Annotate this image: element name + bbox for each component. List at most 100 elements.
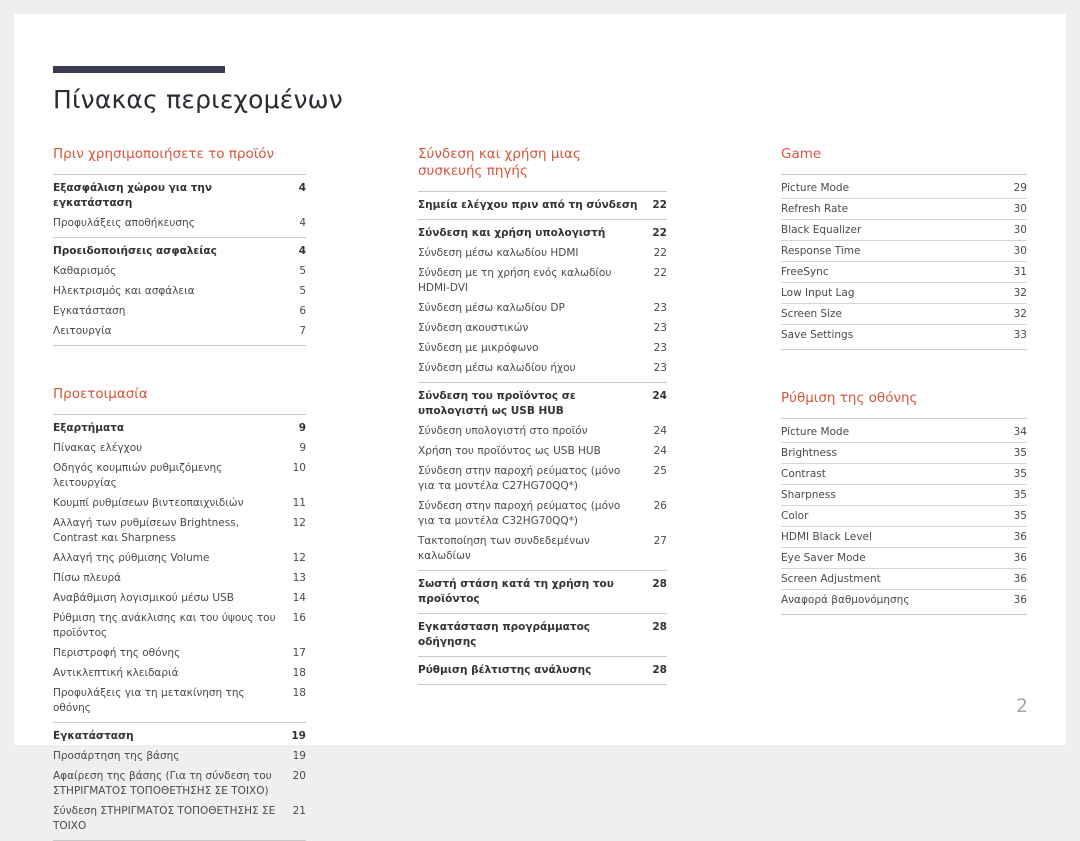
- toc-entry-page: 19: [291, 729, 306, 742]
- toc-entry[interactable]: Σύνδεση με τη χρήση ενός καλωδίου HDMI-D…: [418, 263, 667, 298]
- toc-entry[interactable]: FreeSync 31: [781, 261, 1027, 282]
- toc-entry-page: 36: [1013, 593, 1027, 606]
- toc-entry[interactable]: Σύνδεση ΣΤΗΡΙΓΜΑΤΟΣ ΤΟΠΟΘΕΤΗΣΗΣ ΣΕ ΤΟΙΧΟ…: [53, 801, 306, 836]
- toc-entry-label: Αλλαγή της ρύθμισης Volume: [53, 551, 210, 564]
- toc-entry-label: Προειδοποιήσεις ασφαλείας: [53, 244, 217, 257]
- toc-entry[interactable]: Σύνδεση στην παροχή ρεύματος (μόνο για τ…: [418, 461, 667, 496]
- toc-entry-page: 18: [292, 686, 306, 699]
- toc-entry[interactable]: Σωστή στάση κατά τη χρήση του προϊόντος 2…: [418, 574, 667, 609]
- toc-entry[interactable]: Οδηγός κουμπιών ρυθμιζόμενης λειτουργίας…: [53, 458, 306, 493]
- toc-entry[interactable]: Σύνδεση με μικρόφωνο 23: [418, 338, 667, 358]
- toc-entry[interactable]: Σύνδεση μέσω καλωδίου ήχου 23: [418, 358, 667, 378]
- toc-entry[interactable]: Προσάρτηση της βάσης 19: [53, 746, 306, 766]
- toc-entry[interactable]: Λειτουργία 7: [53, 321, 306, 341]
- toc-entry[interactable]: Αφαίρεση της βάσης (Για τη σύνδεση του Σ…: [53, 766, 306, 801]
- toc-entry[interactable]: Low Input Lag 32: [781, 282, 1027, 303]
- toc-entry[interactable]: Σύνδεση μέσω καλωδίου HDMI 22: [418, 243, 667, 263]
- toc-entry[interactable]: Καθαρισμός 5: [53, 261, 306, 281]
- toc-entry[interactable]: Προφυλάξεις αποθήκευσης 4: [53, 213, 306, 233]
- toc-entry-label: Προσάρτηση της βάσης: [53, 749, 180, 762]
- toc-entry-page: 28: [652, 577, 667, 590]
- toc-entry[interactable]: Black Equalizer 30: [781, 219, 1027, 240]
- toc-entry[interactable]: Αναβάθμιση λογισμικού μέσω USB 14: [53, 588, 306, 608]
- toc-entry-label: Σύνδεση υπολογιστή στο προϊόν: [418, 424, 588, 437]
- toc-entry[interactable]: Κουμπί ρυθμίσεων βιντεοπαιχνιδιών 11: [53, 493, 306, 513]
- toc-entry-page: 7: [299, 324, 306, 337]
- toc-entry-page: 23: [653, 361, 667, 374]
- toc-entry-label: Σύνδεση του προϊόντος σε υπολογιστή ως U…: [418, 389, 576, 417]
- toc-column-3: Game Picture Mode 29 Refresh Rate 30 Black Eq…: [781, 146, 1027, 615]
- toc-entry[interactable]: Refresh Rate 30: [781, 198, 1027, 219]
- toc-entry[interactable]: Σύνδεση στην παροχή ρεύματος (μόνο για τ…: [418, 496, 667, 531]
- toc-entry[interactable]: Contrast 35: [781, 463, 1027, 484]
- toc-entry-page: 4: [298, 244, 306, 257]
- toc-entry[interactable]: Αναφορά βαθμονόμησης 36: [781, 589, 1027, 610]
- toc-entry[interactable]: Screen Size 32: [781, 303, 1027, 324]
- toc-entry-label: Τακτοποίηση των συνδεδεμένων καλωδίων: [418, 534, 590, 562]
- toc-entry[interactable]: Εγκατάσταση 6: [53, 301, 306, 321]
- toc-entry[interactable]: Picture Mode 29: [781, 178, 1027, 198]
- section-heading: Σύνδεση και χρήση μιας συσκευής πηγής: [418, 146, 581, 179]
- toc-entry[interactable]: Προφυλάξεις για τη μετακίνηση της οθόνης…: [53, 683, 306, 718]
- toc-entry[interactable]: Εγκατάσταση προγράμματος οδήγησης 28: [418, 617, 667, 652]
- toc-entry[interactable]: Σύνδεση ακουστικών 23: [418, 318, 667, 338]
- toc-entry-label: Αναβάθμιση λογισμικού μέσω USB: [53, 591, 234, 604]
- toc-entry-page: 32: [1013, 286, 1027, 299]
- toc-entry[interactable]: Response Time 30: [781, 240, 1027, 261]
- toc-entry-page: 6: [299, 304, 306, 317]
- toc-entry[interactable]: Περιστροφή της οθόνης 17: [53, 643, 306, 663]
- toc-entry-label: Color: [781, 509, 809, 522]
- toc-entry-label: Eye Saver Mode: [781, 551, 866, 564]
- toc-entry[interactable]: Πίσω πλευρά 13: [53, 568, 306, 588]
- toc-entry[interactable]: Προειδοποιήσεις ασφαλείας 4: [53, 241, 306, 261]
- toc-entry[interactable]: Ρύθμιση βέλτιστης ανάλυσης 28: [418, 660, 667, 680]
- toc-entry-page: 24: [653, 424, 667, 437]
- toc-entry-label: Save Settings: [781, 328, 854, 341]
- toc-entry[interactable]: Color 35: [781, 505, 1027, 526]
- toc-entry-page: 26: [653, 499, 667, 512]
- toc-entry[interactable]: Χρήση του προϊόντος ως USB HUB 24: [418, 441, 667, 461]
- toc-entry[interactable]: Save Settings 33: [781, 324, 1027, 345]
- toc-entry[interactable]: Screen Adjustment 36: [781, 568, 1027, 589]
- toc-entry-page: 30: [1013, 223, 1027, 236]
- toc-entry-label: Σύνδεση και χρήση υπολογιστή: [418, 226, 606, 239]
- toc-group: Εγκατάσταση προγράμματος οδήγησης 28: [418, 613, 667, 656]
- toc-entry[interactable]: Αλλαγή της ρύθμισης Volume 12: [53, 548, 306, 568]
- toc-entry[interactable]: Eye Saver Mode 36: [781, 547, 1027, 568]
- toc-entry-page: 9: [298, 421, 306, 434]
- section-heading: Game: [781, 146, 822, 162]
- toc-entry[interactable]: Sharpness 35: [781, 484, 1027, 505]
- toc-entry[interactable]: HDMI Black Level 36: [781, 526, 1027, 547]
- toc-entry[interactable]: Σύνδεση του προϊόντος σε υπολογιστή ως U…: [418, 386, 667, 421]
- toc-entry[interactable]: Σύνδεση μέσω καλωδίου DP 23: [418, 298, 667, 318]
- toc-entry-page: 9: [299, 441, 306, 454]
- toc-entry-label: Κουμπί ρυθμίσεων βιντεοπαιχνιδιών: [53, 496, 244, 509]
- toc-entry[interactable]: Εξασφάλιση χώρου για την εγκατάσταση 4: [53, 178, 306, 213]
- toc-entry-label: Refresh Rate: [781, 202, 849, 215]
- toc-entry-page: 10: [292, 461, 306, 474]
- toc-entry[interactable]: Σύνδεση και χρήση υπολογιστή 22: [418, 223, 667, 243]
- toc-entry[interactable]: Ρύθμιση της ανάκλισης και του ύψους του …: [53, 608, 306, 643]
- toc-entry[interactable]: Brightness 35: [781, 442, 1027, 463]
- toc-group: Ρύθμιση βέλτιστης ανάλυσης 28: [418, 656, 667, 685]
- toc-entry[interactable]: Πίνακας ελέγχου 9: [53, 438, 306, 458]
- toc-entry-page: 32: [1013, 307, 1027, 320]
- toc-entry[interactable]: Ηλεκτρισμός και ασφάλεια 5: [53, 281, 306, 301]
- toc-entry-label: Προφυλάξεις για τη μετακίνηση της οθόνης: [53, 686, 245, 714]
- toc-entry-page: 5: [299, 264, 306, 277]
- toc-entry-label: Ηλεκτρισμός και ασφάλεια: [53, 284, 195, 297]
- toc-entry-page: 28: [652, 663, 667, 676]
- toc-entry-label: Πίσω πλευρά: [53, 571, 122, 584]
- toc-entry[interactable]: Σύνδεση υπολογιστή στο προϊόν 24: [418, 421, 667, 441]
- toc-entry-label: Sharpness: [781, 488, 836, 501]
- toc-entry-page: 36: [1013, 551, 1027, 564]
- title-block: Πίνακας περιεχομένων: [53, 66, 343, 114]
- toc-entry-label: Σύνδεση μέσω καλωδίου ήχου: [418, 361, 576, 374]
- toc-entry[interactable]: Αντικλεπτική κλειδαριά 18: [53, 663, 306, 683]
- toc-entry[interactable]: Εγκατάσταση 19: [53, 726, 306, 746]
- toc-entry[interactable]: Picture Mode 34: [781, 422, 1027, 442]
- toc-entry[interactable]: Αλλαγή των ρυθμίσεων Brightness, Contras…: [53, 513, 306, 548]
- toc-entry[interactable]: Σημεία ελέγχου πριν από τη σύνδεση 22: [418, 195, 667, 215]
- toc-entry[interactable]: Εξαρτήματα 9: [53, 418, 306, 438]
- toc-entry[interactable]: Τακτοποίηση των συνδεδεμένων καλωδίων 27: [418, 531, 667, 566]
